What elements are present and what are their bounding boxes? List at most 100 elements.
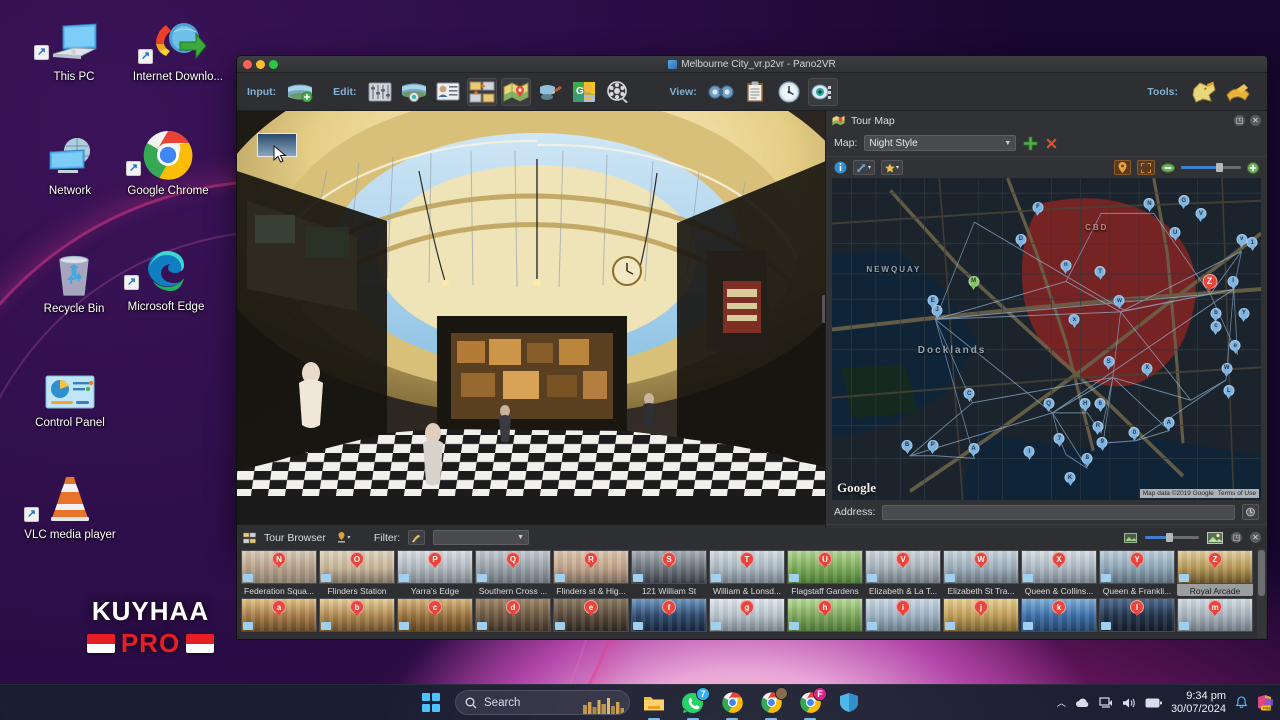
google-map-canvas[interactable]: NEWQUAY Docklands CBD EJMCBPAIQH6R98K7SX… (832, 178, 1261, 500)
slider-knob[interactable] (1165, 533, 1173, 542)
map-pin-v[interactable]: v (1236, 233, 1248, 249)
close-browser-button[interactable]: ✕ (1250, 532, 1261, 543)
viewing-parameters-icon[interactable] (807, 77, 838, 106)
desktop-icon-network[interactable]: Network (22, 128, 118, 198)
taskbar-file-explorer[interactable] (639, 688, 669, 720)
scrollbar-thumb[interactable] (1258, 550, 1265, 596)
tour-map-icon[interactable] (501, 77, 532, 106)
taskbar-chrome-profile[interactable] (756, 686, 788, 720)
address-input[interactable] (882, 504, 1235, 520)
map-pin-M[interactable]: M (968, 275, 980, 291)
map-pin-I[interactable]: I (1023, 446, 1035, 461)
map-pin-V[interactable]: V (1195, 208, 1207, 223)
map-pin-w[interactable]: w (1113, 295, 1125, 310)
tour-node-thumbnail[interactable]: Y Queen & Frankli... (1099, 550, 1175, 596)
tour-browser-scrollbar[interactable] (1257, 548, 1266, 638)
node-sort-button[interactable]: ▾ (334, 530, 354, 545)
office-app-icon[interactable]: PRE (1257, 694, 1274, 711)
tray-expand-icon[interactable]: ︿ (1057, 696, 1066, 709)
tour-node-thumbnail[interactable]: e (553, 598, 629, 632)
map-pin-H[interactable]: H (1079, 398, 1091, 413)
desktop-icon-microsoft-edge[interactable]: Microsoft Edge (118, 244, 214, 314)
tour-node-thumbnail[interactable]: j (943, 598, 1019, 632)
map-pin-1[interactable]: 1 (1246, 237, 1258, 252)
map-pin-P[interactable]: P (927, 439, 939, 455)
desktop-icon-control-panel[interactable]: Control Panel (22, 360, 118, 430)
map-pin-Q[interactable]: Q (1043, 398, 1055, 413)
window-titlebar[interactable]: Melbourne City_vr.p2vr - Pano2VR (237, 56, 1267, 73)
skin-editor-icon[interactable] (535, 78, 565, 106)
search-input[interactable]: Search (455, 690, 630, 715)
tour-node-thumbnail[interactable]: m (1177, 598, 1253, 632)
volume-icon[interactable] (1122, 697, 1136, 709)
info-icon[interactable] (834, 161, 847, 174)
start-button[interactable] (416, 688, 446, 718)
undock-browser-button[interactable]: ◳ (1231, 532, 1242, 543)
panorama-resize-handle[interactable] (822, 295, 825, 323)
tour-node-thumbnail[interactable]: N Federation Squa... (241, 550, 317, 596)
map-pin-0[interactable]: 0 (1128, 427, 1140, 442)
map-pin-6[interactable]: 6 (1094, 398, 1106, 413)
map-pin-A[interactable]: A (968, 443, 980, 458)
tour-node-thumbnail[interactable]: Q Southern Cross ... (475, 550, 551, 596)
map-pin-R[interactable]: R (1092, 420, 1104, 436)
output-icon[interactable] (774, 78, 804, 106)
map-pin-Y[interactable]: Y (1238, 307, 1250, 323)
window-controls[interactable] (243, 59, 278, 69)
taskbar-chrome-facebook[interactable]: F (795, 686, 827, 720)
patch-settings-icon[interactable] (365, 78, 395, 106)
map-zoom-slider[interactable] (1181, 163, 1241, 172)
map-pin-G[interactable]: G (1178, 195, 1190, 210)
tour-node-thumbnail[interactable]: l (1099, 598, 1175, 632)
large-thumbnails-icon[interactable] (1207, 531, 1223, 544)
map-pin-Z[interactable]: Z (1202, 273, 1218, 294)
cloud-icon[interactable] (1075, 697, 1090, 708)
map-pin-W[interactable]: W (1221, 362, 1233, 378)
link-nodes-button[interactable]: ▾ (853, 160, 875, 175)
panorama-viewport[interactable] (237, 111, 825, 524)
tour-node-thumbnail[interactable]: P Yarra's Edge (397, 550, 473, 596)
desktop-icon-internet-download-manager[interactable]: Internet Downlo... (130, 14, 226, 84)
tour-node-thumbnail[interactable]: V Elizabeth & La T... (865, 550, 941, 596)
tour-node-thumbnail[interactable]: d (475, 598, 551, 632)
taskbar-whatsapp[interactable]: 7 (678, 686, 710, 720)
map-pin-C[interactable]: C (963, 388, 975, 403)
tour-node-thumbnail[interactable]: R Flinders st & Hig... (553, 550, 629, 596)
maximize-button[interactable] (269, 59, 278, 69)
undock-panel-button[interactable]: ◳ (1234, 115, 1245, 126)
tour-node-thumbnail[interactable]: b (319, 598, 395, 632)
tour-node-thumbnail[interactable]: a (241, 598, 317, 632)
map-pin-K[interactable]: K (1064, 472, 1076, 487)
tour-browser-icon[interactable] (467, 77, 498, 106)
delete-map-button[interactable] (1045, 137, 1058, 150)
tour-node-thumbnail[interactable]: c (397, 598, 473, 632)
address-search-button[interactable] (1242, 504, 1259, 520)
map-terms-link[interactable]: Terms of Use (1218, 490, 1256, 497)
notification-bell-icon[interactable] (1235, 696, 1248, 709)
map-pin-J[interactable]: J (931, 304, 943, 320)
map-pin-B[interactable]: B (901, 439, 913, 455)
map-pin-T[interactable]: T (1094, 266, 1106, 281)
map-pin-e[interactable]: e (1229, 340, 1241, 355)
place-node-button[interactable] (1114, 160, 1131, 175)
filter-select[interactable]: ▼ (433, 530, 530, 545)
filter-edit-icon[interactable] (408, 530, 426, 545)
tour-node-thumbnail[interactable]: X Queen & Collins... (1021, 550, 1097, 596)
map-pin-D[interactable]: D (1015, 233, 1027, 249)
map-pin-U[interactable]: U (1169, 227, 1181, 242)
close-button[interactable] (243, 59, 252, 69)
close-panel-button[interactable]: ✕ (1250, 115, 1261, 126)
tour-node-thumbnail[interactable]: Z Royal Arcade (1177, 550, 1253, 596)
slider-knob[interactable] (1215, 163, 1223, 172)
tour-node-thumbnail[interactable]: T William & Lonsd... (709, 550, 785, 596)
map-pin-c[interactable]: c (1210, 320, 1222, 336)
taskbar-chrome[interactable] (717, 688, 747, 720)
google-street-view-icon[interactable]: G (569, 78, 599, 106)
map-pin-L[interactable]: L (1223, 385, 1235, 400)
desktop-icon-this-pc[interactable]: This PC (26, 14, 122, 84)
point-hotspot-icon[interactable] (1189, 78, 1219, 106)
desktop-icon-google-chrome[interactable]: Google Chrome (120, 128, 216, 198)
preview-icon[interactable] (706, 78, 736, 106)
tour-node-thumbnail[interactable]: S 121 William St (631, 550, 707, 596)
thumbnail-size-slider[interactable] (1145, 533, 1199, 542)
